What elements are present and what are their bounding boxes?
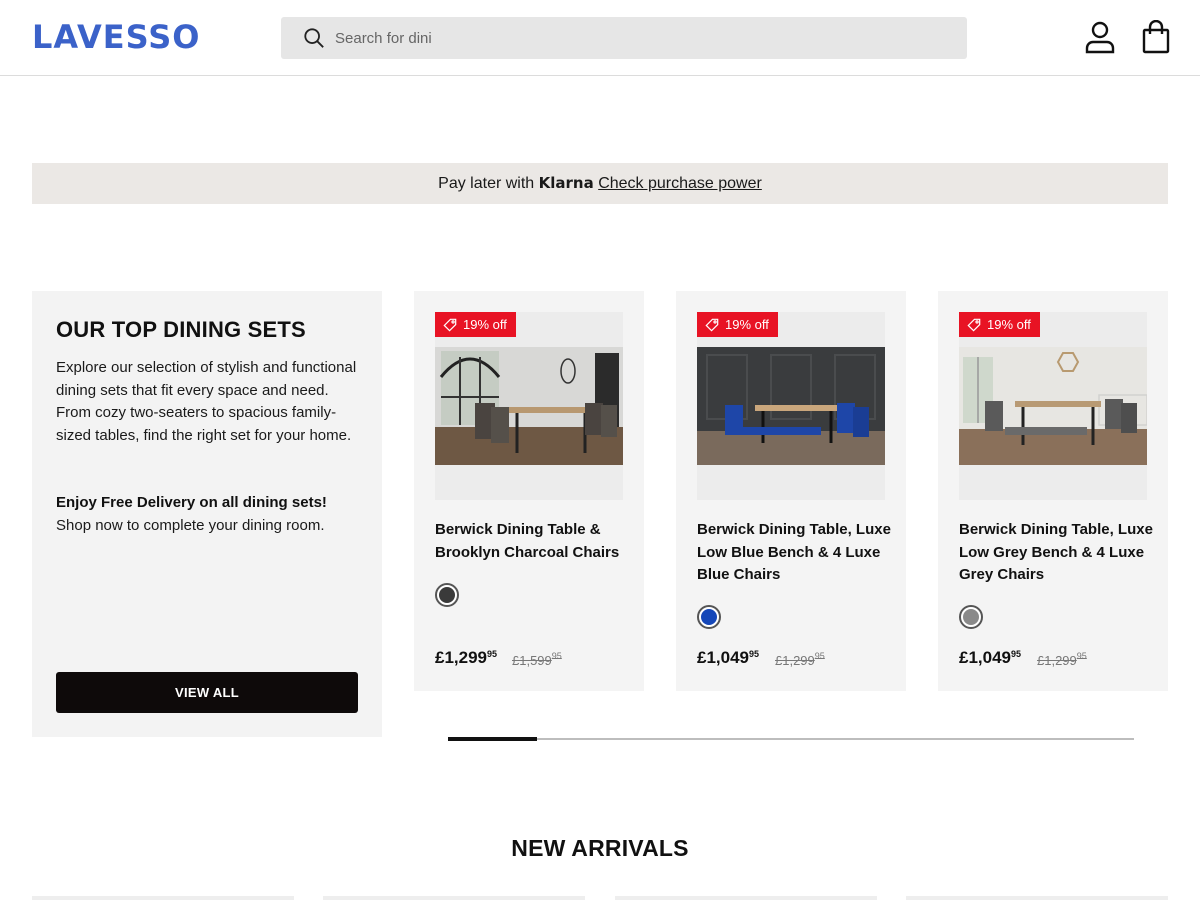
was-price-main: £1,299 — [1037, 653, 1077, 668]
price-tag-icon — [967, 318, 981, 332]
search-icon[interactable] — [303, 27, 325, 49]
klarna-brand: Klarna — [538, 174, 594, 192]
product-image[interactable] — [959, 312, 1147, 500]
product-price: £1,29995 — [435, 648, 497, 668]
klarna-banner: Pay later with Klarna Check purchase pow… — [32, 163, 1168, 204]
sale-badge-label: 19% off — [987, 317, 1031, 332]
product-price: £1,04995 — [959, 648, 1021, 668]
dining-set-photo — [697, 347, 885, 465]
sale-badge: 19% off — [697, 312, 778, 337]
promo-panel: OUR TOP DINING SETS Explore our selectio… — [32, 291, 382, 737]
product-price: £1,04995 — [697, 648, 759, 668]
product-image[interactable] — [697, 312, 885, 500]
was-price-main: £1,299 — [775, 653, 815, 668]
price-tag-icon — [705, 318, 719, 332]
product-title[interactable]: Berwick Dining Table, Luxe Low Blue Benc… — [697, 519, 892, 587]
was-price-pence: 95 — [551, 651, 562, 661]
product-image[interactable] — [435, 312, 623, 500]
site-header: LAVESSO — [0, 0, 1200, 76]
search-bar[interactable] — [281, 17, 967, 59]
sale-badge: 19% off — [435, 312, 516, 337]
product-card[interactable]: 19% off Berwick Dining Table, Luxe Low B… — [676, 291, 906, 691]
view-all-button[interactable]: VIEW ALL — [56, 672, 358, 713]
sale-badge: 19% off — [959, 312, 1040, 337]
product-title[interactable]: Berwick Dining Table, Luxe Low Grey Benc… — [959, 519, 1154, 587]
price-tag-icon — [443, 318, 457, 332]
price-pence: 95 — [1011, 649, 1022, 659]
logo[interactable]: LAVESSO — [32, 18, 200, 56]
was-price-pence: 95 — [814, 651, 825, 661]
arrival-card[interactable] — [32, 896, 294, 900]
product-title[interactable]: Berwick Dining Table & Brooklyn Charcoal… — [435, 519, 630, 564]
dining-set-photo — [959, 347, 1147, 465]
price-pence: 95 — [487, 649, 498, 659]
carousel-scroll-track[interactable] — [448, 738, 1134, 740]
dining-set-photo — [435, 347, 623, 465]
price-main: £1,049 — [697, 648, 749, 667]
arrival-card[interactable] — [906, 896, 1168, 900]
price-main: £1,049 — [959, 648, 1011, 667]
search-input[interactable] — [335, 17, 945, 59]
color-swatch[interactable] — [959, 605, 983, 629]
product-card[interactable]: 19% off Berwick Dining Table, Luxe Low G… — [938, 291, 1168, 691]
promo-title: OUR TOP DINING SETS — [56, 317, 306, 342]
klarna-prefix: Pay later with — [438, 175, 539, 192]
promo-description: Explore our selection of stylish and fun… — [56, 359, 357, 444]
price-main: £1,299 — [435, 648, 487, 667]
was-price-main: £1,599 — [512, 653, 552, 668]
was-price: £1,59995 — [512, 651, 562, 668]
promo-highlight: Enjoy Free Delivery on all dining sets! — [56, 494, 327, 511]
sale-badge-label: 19% off — [463, 317, 507, 332]
was-price: £1,29995 — [775, 651, 825, 668]
color-swatch[interactable] — [435, 583, 459, 607]
klarna-check-power-link[interactable]: Check purchase power — [598, 175, 762, 192]
price-pence: 95 — [749, 649, 760, 659]
sale-badge-label: 19% off — [725, 317, 769, 332]
was-price-pence: 95 — [1076, 651, 1087, 661]
arrival-card[interactable] — [615, 896, 877, 900]
product-card[interactable]: 19% off Berwick Dining Table & Brooklyn … — [414, 291, 644, 691]
carousel-scroll-thumb[interactable] — [448, 737, 537, 741]
arrival-card[interactable] — [323, 896, 585, 900]
color-swatch[interactable] — [697, 605, 721, 629]
promo-subtext: Shop now to complete your dining room. — [56, 517, 325, 534]
new-arrivals-title: NEW ARRIVALS — [511, 835, 689, 861]
account-icon[interactable] — [1083, 20, 1117, 54]
shopping-bag-icon[interactable] — [1140, 20, 1172, 54]
was-price: £1,29995 — [1037, 651, 1087, 668]
